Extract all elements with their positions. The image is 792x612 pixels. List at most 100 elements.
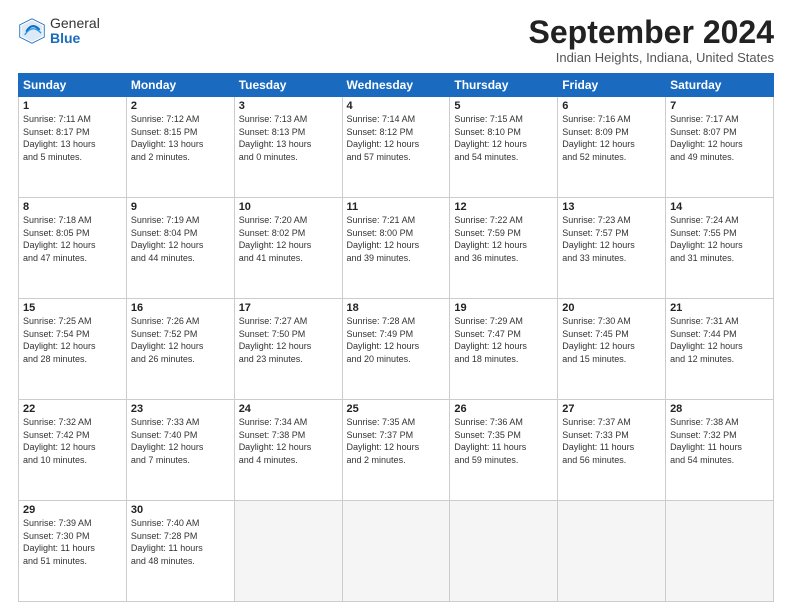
day-number: 2 [131,100,230,112]
day-info: Sunrise: 7:34 AMSunset: 7:38 PMDaylight:… [239,416,338,466]
table-row: 1Sunrise: 7:11 AMSunset: 8:17 PMDaylight… [19,97,127,198]
day-info: Sunrise: 7:21 AMSunset: 8:00 PMDaylight:… [347,214,446,264]
table-row: 12Sunrise: 7:22 AMSunset: 7:59 PMDayligh… [450,198,558,299]
day-number: 6 [562,100,661,112]
day-info: Sunrise: 7:22 AMSunset: 7:59 PMDaylight:… [454,214,553,264]
table-row: 28Sunrise: 7:38 AMSunset: 7:32 PMDayligh… [666,400,774,501]
day-number: 9 [131,201,230,213]
day-info: Sunrise: 7:40 AMSunset: 7:28 PMDaylight:… [131,517,230,567]
table-row: 21Sunrise: 7:31 AMSunset: 7:44 PMDayligh… [666,299,774,400]
day-number: 29 [23,504,122,516]
day-number: 21 [670,302,769,314]
day-info: Sunrise: 7:12 AMSunset: 8:15 PMDaylight:… [131,113,230,163]
day-info: Sunrise: 7:38 AMSunset: 7:32 PMDaylight:… [670,416,769,466]
day-info: Sunrise: 7:28 AMSunset: 7:49 PMDaylight:… [347,315,446,365]
day-number: 30 [131,504,230,516]
table-row [666,501,774,602]
day-number: 12 [454,201,553,213]
day-info: Sunrise: 7:11 AMSunset: 8:17 PMDaylight:… [23,113,122,163]
day-number: 7 [670,100,769,112]
day-info: Sunrise: 7:36 AMSunset: 7:35 PMDaylight:… [454,416,553,466]
day-info: Sunrise: 7:17 AMSunset: 8:07 PMDaylight:… [670,113,769,163]
day-info: Sunrise: 7:18 AMSunset: 8:05 PMDaylight:… [23,214,122,264]
table-row: 8Sunrise: 7:18 AMSunset: 8:05 PMDaylight… [19,198,127,299]
day-number: 26 [454,403,553,415]
day-number: 27 [562,403,661,415]
table-row: 10Sunrise: 7:20 AMSunset: 8:02 PMDayligh… [234,198,342,299]
col-monday: Monday [126,74,234,97]
table-row: 23Sunrise: 7:33 AMSunset: 7:40 PMDayligh… [126,400,234,501]
day-number: 4 [347,100,446,112]
day-number: 28 [670,403,769,415]
day-number: 25 [347,403,446,415]
day-number: 10 [239,201,338,213]
day-info: Sunrise: 7:27 AMSunset: 7:50 PMDaylight:… [239,315,338,365]
table-row: 18Sunrise: 7:28 AMSunset: 7:49 PMDayligh… [342,299,450,400]
col-friday: Friday [558,74,666,97]
logo-text: General Blue [50,16,100,47]
day-info: Sunrise: 7:33 AMSunset: 7:40 PMDaylight:… [131,416,230,466]
day-number: 20 [562,302,661,314]
month-title: September 2024 [529,16,774,48]
table-row [234,501,342,602]
calendar-week-row: 15Sunrise: 7:25 AMSunset: 7:54 PMDayligh… [19,299,774,400]
title-section: September 2024 Indian Heights, Indiana, … [529,16,774,65]
logo-blue-text: Blue [50,31,100,46]
day-info: Sunrise: 7:25 AMSunset: 7:54 PMDaylight:… [23,315,122,365]
day-number: 14 [670,201,769,213]
day-number: 17 [239,302,338,314]
logo: General Blue [18,16,100,47]
calendar-week-row: 29Sunrise: 7:39 AMSunset: 7:30 PMDayligh… [19,501,774,602]
col-thursday: Thursday [450,74,558,97]
day-number: 24 [239,403,338,415]
day-number: 16 [131,302,230,314]
day-number: 22 [23,403,122,415]
calendar-header-row: Sunday Monday Tuesday Wednesday Thursday… [19,74,774,97]
table-row: 3Sunrise: 7:13 AMSunset: 8:13 PMDaylight… [234,97,342,198]
day-info: Sunrise: 7:19 AMSunset: 8:04 PMDaylight:… [131,214,230,264]
calendar-week-row: 8Sunrise: 7:18 AMSunset: 8:05 PMDaylight… [19,198,774,299]
location: Indian Heights, Indiana, United States [529,50,774,65]
day-number: 18 [347,302,446,314]
day-info: Sunrise: 7:26 AMSunset: 7:52 PMDaylight:… [131,315,230,365]
table-row: 24Sunrise: 7:34 AMSunset: 7:38 PMDayligh… [234,400,342,501]
table-row: 11Sunrise: 7:21 AMSunset: 8:00 PMDayligh… [342,198,450,299]
day-number: 23 [131,403,230,415]
table-row [558,501,666,602]
day-number: 15 [23,302,122,314]
table-row: 30Sunrise: 7:40 AMSunset: 7:28 PMDayligh… [126,501,234,602]
day-info: Sunrise: 7:13 AMSunset: 8:13 PMDaylight:… [239,113,338,163]
day-number: 5 [454,100,553,112]
table-row: 6Sunrise: 7:16 AMSunset: 8:09 PMDaylight… [558,97,666,198]
col-saturday: Saturday [666,74,774,97]
table-row: 19Sunrise: 7:29 AMSunset: 7:47 PMDayligh… [450,299,558,400]
table-row: 5Sunrise: 7:15 AMSunset: 8:10 PMDaylight… [450,97,558,198]
table-row: 4Sunrise: 7:14 AMSunset: 8:12 PMDaylight… [342,97,450,198]
table-row: 26Sunrise: 7:36 AMSunset: 7:35 PMDayligh… [450,400,558,501]
logo-general-text: General [50,16,100,31]
day-info: Sunrise: 7:39 AMSunset: 7:30 PMDaylight:… [23,517,122,567]
col-tuesday: Tuesday [234,74,342,97]
col-wednesday: Wednesday [342,74,450,97]
day-number: 19 [454,302,553,314]
table-row: 7Sunrise: 7:17 AMSunset: 8:07 PMDaylight… [666,97,774,198]
day-info: Sunrise: 7:15 AMSunset: 8:10 PMDaylight:… [454,113,553,163]
day-info: Sunrise: 7:31 AMSunset: 7:44 PMDaylight:… [670,315,769,365]
table-row: 9Sunrise: 7:19 AMSunset: 8:04 PMDaylight… [126,198,234,299]
table-row [450,501,558,602]
day-info: Sunrise: 7:29 AMSunset: 7:47 PMDaylight:… [454,315,553,365]
table-row [342,501,450,602]
table-row: 16Sunrise: 7:26 AMSunset: 7:52 PMDayligh… [126,299,234,400]
calendar-week-row: 1Sunrise: 7:11 AMSunset: 8:17 PMDaylight… [19,97,774,198]
table-row: 17Sunrise: 7:27 AMSunset: 7:50 PMDayligh… [234,299,342,400]
table-row: 27Sunrise: 7:37 AMSunset: 7:33 PMDayligh… [558,400,666,501]
calendar-table: Sunday Monday Tuesday Wednesday Thursday… [18,73,774,602]
day-info: Sunrise: 7:14 AMSunset: 8:12 PMDaylight:… [347,113,446,163]
calendar-week-row: 22Sunrise: 7:32 AMSunset: 7:42 PMDayligh… [19,400,774,501]
day-number: 3 [239,100,338,112]
day-info: Sunrise: 7:24 AMSunset: 7:55 PMDaylight:… [670,214,769,264]
day-number: 13 [562,201,661,213]
day-number: 1 [23,100,122,112]
day-info: Sunrise: 7:32 AMSunset: 7:42 PMDaylight:… [23,416,122,466]
table-row: 25Sunrise: 7:35 AMSunset: 7:37 PMDayligh… [342,400,450,501]
